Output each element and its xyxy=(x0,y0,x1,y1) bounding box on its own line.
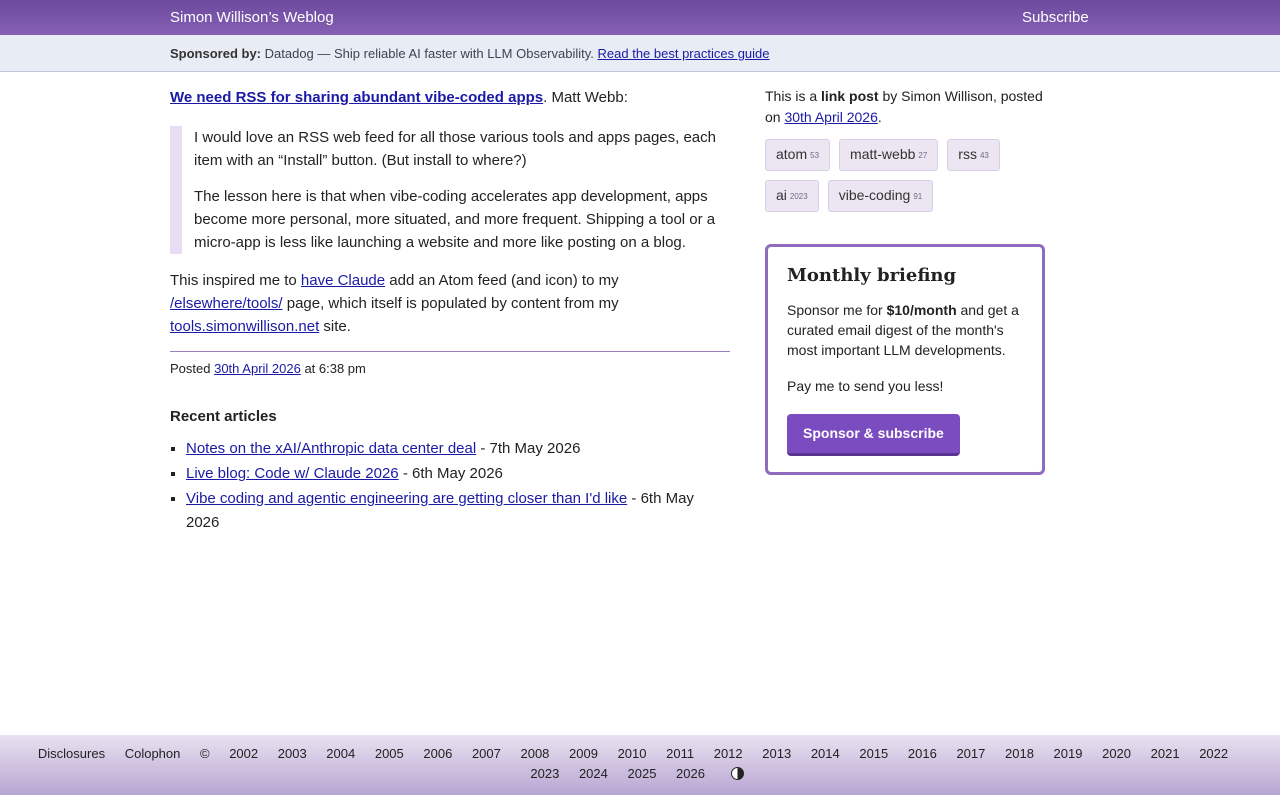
meta-post-type: link post xyxy=(821,88,879,104)
tag-list: atom 53 matt-webb 27 rss 43 ai 2023 vibe-cod… xyxy=(765,139,1045,221)
body-text: add an Atom feed (and icon) to my xyxy=(385,272,619,289)
sponsor-label: Sponsored by: xyxy=(170,46,262,61)
footer-year-link[interactable]: 2008 xyxy=(520,746,549,761)
footer-year-link[interactable]: 2017 xyxy=(956,746,985,761)
footer-year-link[interactable]: 2021 xyxy=(1151,746,1180,761)
tag-name: rss xyxy=(958,146,977,162)
footer-year-link[interactable]: 2026 xyxy=(676,766,705,781)
sidebar: This is a link post by Simon Willison, p… xyxy=(765,86,1045,475)
sponsor-guide-link[interactable]: Read the best practices guide xyxy=(598,46,770,61)
tag-ai[interactable]: ai 2023 xyxy=(765,180,819,212)
post-quote: I would love an RSS web feed for all tho… xyxy=(170,126,730,254)
have-claude-link[interactable]: have Claude xyxy=(301,272,385,289)
tag-name: atom xyxy=(776,146,808,162)
post-source: . Matt Webb: xyxy=(543,89,628,106)
tag-name: ai xyxy=(776,187,787,203)
footer-year-link[interactable]: 2013 xyxy=(762,746,791,761)
recent-article-link[interactable]: Live blog: Code w/ Claude 2026 xyxy=(186,465,399,482)
tag-count: 43 xyxy=(979,151,989,160)
top-bar: Simon Willison’s Weblog Subscribe xyxy=(0,0,1280,35)
tag-count: 53 xyxy=(810,151,820,160)
elsewhere-tools-link[interactable]: /elsewhere/tools/ xyxy=(170,295,283,312)
posted-line: Posted 30th April 2026 at 6:38 pm xyxy=(170,360,730,378)
footer-link-copyright[interactable]: © xyxy=(200,746,210,761)
sponsor-text: Datadog — Ship reliable AI faster with L… xyxy=(264,46,594,61)
briefing-tagline: Pay me to send you less! xyxy=(787,378,944,394)
briefing-description: Sponsor me for $10/month and get a curat… xyxy=(787,300,1022,360)
tag-count: 2023 xyxy=(789,192,808,201)
tools-site-link[interactable]: tools.simonwillison.net xyxy=(170,318,319,335)
contrast-icon[interactable] xyxy=(730,767,744,780)
posted-date-link[interactable]: 30th April 2026 xyxy=(214,361,301,376)
recent-articles-list: Notes on the xAI/Anthropic data center d… xyxy=(170,437,730,535)
footer-year-link[interactable]: 2018 xyxy=(1005,746,1034,761)
post-divider xyxy=(170,351,730,352)
subscribe-link[interactable]: Subscribe xyxy=(1022,9,1089,26)
footer-year-link[interactable]: 2003 xyxy=(278,746,307,761)
post-meta: This is a link post by Simon Willison, p… xyxy=(765,86,1045,128)
footer-year-link[interactable]: 2004 xyxy=(326,746,355,761)
body-text: page, which itself is populated by conte… xyxy=(282,295,619,312)
footer-links: Disclosures Colophon © 2002 2003 2004 20… xyxy=(0,735,1280,784)
body-text: site. xyxy=(319,318,351,335)
footer-year-link[interactable]: 2009 xyxy=(569,746,598,761)
footer-year-link[interactable]: 2023 xyxy=(530,766,559,781)
footer-year-link[interactable]: 2005 xyxy=(375,746,404,761)
body-text: This inspired me to xyxy=(170,272,301,289)
footer-year-link[interactable]: 2025 xyxy=(628,766,657,781)
footer-year-link[interactable]: 2019 xyxy=(1054,746,1083,761)
post-lead: We need RSS for sharing abundant vibe-co… xyxy=(170,86,730,109)
list-item: Notes on the xAI/Anthropic data center d… xyxy=(186,437,730,461)
post-body: This inspired me to have Claude add an A… xyxy=(170,269,730,338)
footer-link-colophon[interactable]: Colophon xyxy=(125,746,181,761)
footer-year-link[interactable]: 2015 xyxy=(859,746,888,761)
meta-date-link[interactable]: 30th April 2026 xyxy=(784,109,877,125)
footer-year-link[interactable]: 2020 xyxy=(1102,746,1131,761)
briefing-title: Monthly briefing xyxy=(787,265,957,286)
monthly-briefing-box: Monthly briefing Sponsor me for $10/mont… xyxy=(765,244,1045,475)
footer-year-link[interactable]: 2014 xyxy=(811,746,840,761)
footer-year-link[interactable]: 2007 xyxy=(472,746,501,761)
meta-text: This is a xyxy=(765,88,822,104)
footer-link-disclosures[interactable]: Disclosures xyxy=(38,746,105,761)
tag-vibe-coding[interactable]: vibe-coding 91 xyxy=(827,180,934,212)
briefing-text: Sponsor me for xyxy=(787,302,887,318)
post-title-link[interactable]: We need RSS for sharing abundant vibe-co… xyxy=(170,89,543,106)
briefing-price: $10/month xyxy=(886,302,957,318)
footer-year-link[interactable]: 2002 xyxy=(229,746,258,761)
tag-count: 27 xyxy=(918,151,928,160)
recent-articles-heading: Recent articles xyxy=(170,408,277,425)
footer-year-link[interactable]: 2024 xyxy=(579,766,608,781)
posted-prefix: Posted xyxy=(170,361,215,376)
footer-year-link[interactable]: 2010 xyxy=(618,746,647,761)
recent-article-link[interactable]: Notes on the xAI/Anthropic data center d… xyxy=(186,440,476,457)
footer-year-link[interactable]: 2012 xyxy=(714,746,743,761)
footer: Disclosures Colophon © 2002 2003 2004 20… xyxy=(0,735,1280,795)
tag-atom[interactable]: atom 53 xyxy=(765,139,831,171)
sponsor-bar: Sponsored by: Datadog — Ship reliable AI… xyxy=(0,35,1280,72)
recent-article-link[interactable]: Vibe coding and agentic engineering are … xyxy=(186,490,627,507)
footer-year-link[interactable]: 2022 xyxy=(1199,746,1228,761)
list-item: Live blog: Code w/ Claude 2026 - 6th May… xyxy=(186,462,730,486)
footer-year-link[interactable]: 2016 xyxy=(908,746,937,761)
tag-matt-webb[interactable]: matt-webb 27 xyxy=(839,139,939,171)
meta-text: . xyxy=(877,109,882,125)
posted-time: at 6:38 pm xyxy=(300,361,366,376)
footer-year-link[interactable]: 2011 xyxy=(666,746,694,761)
tag-name: matt-webb xyxy=(850,146,916,162)
site-title-link[interactable]: Simon Willison’s Weblog xyxy=(170,9,334,26)
recent-article-date: - 6th May 2026 xyxy=(398,465,503,482)
recent-article-date: - 7th May 2026 xyxy=(476,440,581,457)
footer-year-link[interactable]: 2006 xyxy=(423,746,452,761)
main-content: We need RSS for sharing abundant vibe-co… xyxy=(170,86,730,536)
sponsor-subscribe-button[interactable]: Sponsor & subscribe xyxy=(787,414,960,456)
tag-rss[interactable]: rss 43 xyxy=(947,139,1000,171)
tag-count: 91 xyxy=(913,192,923,201)
quote-paragraph: I would love an RSS web feed for all tho… xyxy=(194,129,716,169)
quote-paragraph: The lesson here is that when vibe-coding… xyxy=(194,188,716,251)
list-item: Vibe coding and agentic engineering are … xyxy=(186,487,730,535)
sponsor-message: Sponsored by: Datadog — Ship reliable AI… xyxy=(170,46,770,61)
tag-name: vibe-coding xyxy=(838,187,911,203)
